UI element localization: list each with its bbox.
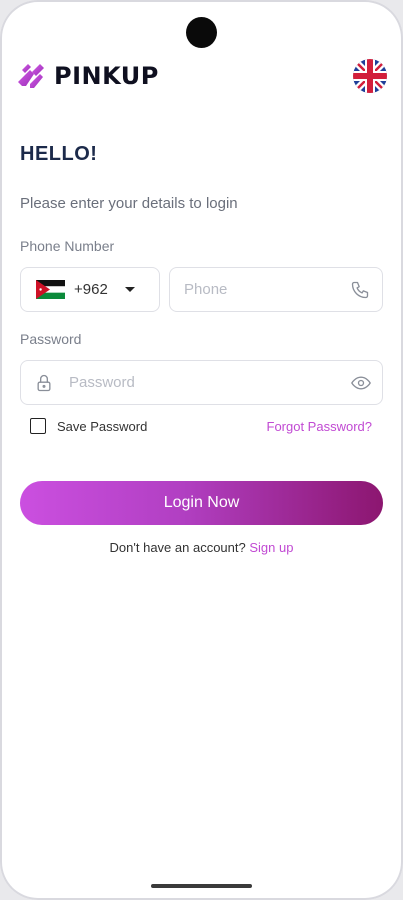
password-label: Password [20,331,82,347]
save-password-row: Save Password [30,418,147,434]
uk-flag-icon [353,59,387,93]
password-placeholder: Password [69,374,135,391]
page-title: HELLO! [20,143,98,165]
save-password-label[interactable]: Save Password [57,419,147,434]
home-indicator [151,884,252,888]
lock-icon [34,373,54,393]
eye-icon[interactable] [351,373,371,393]
password-input[interactable]: Password [20,360,383,405]
pinkup-logo-icon [18,64,44,88]
signup-link[interactable]: Sign up [249,540,293,555]
phone-placeholder: Phone [184,281,228,298]
signup-prompt: Don't have an account? Sign up [0,540,403,555]
front-camera [186,17,217,48]
language-selector[interactable] [353,59,387,93]
app-logo: PINKUP [16,60,159,92]
country-code-selector[interactable]: +962 [20,267,160,312]
login-subtitle: Please enter your details to login [20,195,238,212]
chevron-down-icon [124,287,135,292]
save-password-checkbox[interactable] [30,418,46,434]
jordan-flag-icon [36,280,65,299]
country-code: +962 [74,281,108,298]
phone-number-label: Phone Number [20,238,115,254]
no-account-text: Don't have an account? [109,540,246,555]
phone-screen: PINKUP HELLO! Please enter your details … [0,0,403,900]
login-button[interactable]: Login Now [20,481,383,525]
brand-name: PINKUP [54,62,159,90]
phone-input[interactable]: Phone [169,267,383,312]
phone-icon [350,280,370,300]
forgot-password-link[interactable]: Forgot Password? [267,419,373,434]
